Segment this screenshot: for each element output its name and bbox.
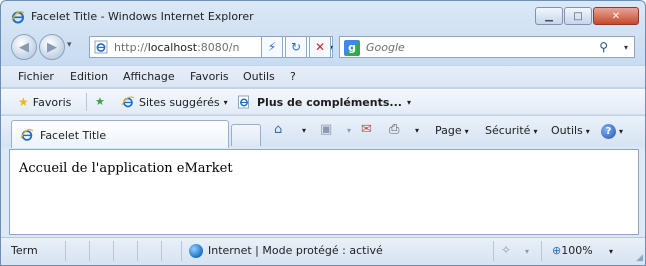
more-addons-label: Plus de compléments... [257,95,402,109]
tab-row: Facelet Title ⌂ ▾ ▣ ▾ ✉ ⎙ ▾ Page ▾ Sécuri… [1,115,645,148]
google-logo-icon: g [344,40,360,56]
recent-pages-dropdown-icon[interactable]: ▾ [67,40,72,50]
status-divider [181,241,182,261]
zoom-icon: ⊕ [552,244,562,257]
back-button[interactable]: ◀ [11,34,37,60]
chevron-down-icon: ▾ [406,97,411,107]
menu-item-edition[interactable]: Edition [70,70,108,83]
tab-label: Facelet Title [40,129,107,142]
home-icon[interactable]: ⌂ [274,122,282,137]
zoom-dropdown-icon[interactable]: ▾ [609,247,613,256]
page-ie-icon [94,40,108,54]
status-divider [113,241,114,261]
status-bar: Term Internet | Mode protégé : activé ✧ … [1,237,645,265]
mail-icon[interactable]: ✉ [361,122,372,137]
chevron-down-icon: ▾ [619,127,624,136]
ie-page-icon [238,95,249,109]
menu-item-fichier[interactable]: Fichier [18,70,54,83]
search-input[interactable]: Google [366,41,405,54]
favorites-button[interactable]: ★ Favoris [18,95,71,109]
title-bar[interactable]: Facelet Title - Windows Internet Explore… [1,1,645,31]
feeds-icon[interactable]: ▣ [320,122,332,137]
compatibility-view-button[interactable]: ⚡ [261,36,283,58]
help-menu-button[interactable]: ? ▾ [601,124,623,139]
browser-window: Facelet Title - Windows Internet Explore… [0,0,646,266]
separator [86,93,87,111]
favorites-bar: ★ Favoris ★ Sites suggérés ▾ Plus de com… [1,88,645,114]
address-scheme: http:// [114,41,148,54]
resize-grip-icon[interactable]: ◢ [636,253,643,263]
forward-button[interactable]: ▶ [39,34,65,60]
tab-facelet-title[interactable]: Facelet Title [11,120,229,148]
close-button[interactable]: ✕ [593,7,639,25]
tools-menu-label: Outils [551,124,583,137]
chevron-down-icon: ▾ [464,127,469,136]
ie-page-icon [121,96,135,108]
maximize-button[interactable]: □ [564,7,592,25]
status-divider [541,241,542,261]
chevron-down-icon: ▾ [585,127,590,136]
address-input[interactable]: http://localhost:8080/n [114,41,239,54]
new-tab-button[interactable] [231,124,261,146]
help-icon: ? [601,124,616,139]
star-icon: ★ [18,95,29,109]
status-divider [65,241,66,261]
chevron-down-icon[interactable]: ▾ [347,126,351,135]
ie-logo-icon [11,10,25,24]
security-menu-label: Sécurité [485,124,531,137]
favorites-label: Favoris [32,95,72,109]
menu-item-outils[interactable]: Outils [243,70,275,83]
tools-menu-button[interactable]: Outils ▾ [551,124,590,137]
status-divider [161,241,162,261]
address-host: localhost [147,41,198,54]
zoom-level-button[interactable]: ⊕100% [552,244,593,257]
suggested-sites-button[interactable]: Sites suggérés ▾ [121,95,228,109]
page-content: Accueil de l'application eMarket [9,149,639,235]
chevron-down-icon[interactable]: ▾ [415,126,419,135]
page-menu-button[interactable]: Page ▾ [435,124,469,137]
globe-icon [189,244,203,258]
minimize-button[interactable]: ▁ [535,7,563,25]
window-controls: ▁ □ ✕ [534,7,639,25]
page-heading-text: Accueil de l'application eMarket [19,161,233,176]
address-rest: :8080/n [197,41,240,54]
chevron-down-icon[interactable]: ▾ [525,247,529,256]
status-divider [493,241,494,261]
zoom-label: 100% [561,244,593,257]
window-title: Facelet Title - Windows Internet Explore… [31,10,254,23]
search-options-dropdown-icon[interactable]: ▾ [624,43,628,52]
suggested-sites-label: Sites suggérés [139,95,220,109]
menu-bar: Fichier Edition Affichage Favoris Outils… [1,65,645,87]
page-menu-label: Page [435,124,462,137]
status-divider [89,241,90,261]
menu-item-help[interactable]: ? [290,70,296,83]
navigation-bar: ◀ ▶ ▾ http://localhost:8080/n ▾ ⚡ ↻ ✕ g … [1,33,645,61]
status-divider [137,241,138,261]
security-status-icon[interactable]: ✧ [501,243,511,257]
menu-item-favoris[interactable]: Favoris [190,70,229,83]
refresh-button[interactable]: ↻ [285,36,307,58]
security-zone-text[interactable]: Internet | Mode protégé : activé [208,244,383,257]
search-box[interactable]: g Google ⚲ ▾ [339,36,635,58]
ie-page-icon [20,128,34,141]
security-menu-button[interactable]: Sécurité ▾ [485,124,537,137]
add-to-favorites-bar-icon[interactable]: ★ [95,95,105,108]
stop-button[interactable]: ✕ [309,36,331,58]
chevron-down-icon: ▾ [533,127,538,136]
print-icon[interactable]: ⎙ [389,122,399,137]
status-text: Term [11,244,38,257]
menu-item-affichage[interactable]: Affichage [123,70,175,83]
search-icon[interactable]: ⚲ [599,40,608,54]
chevron-down-icon[interactable]: ▾ [302,126,306,135]
more-addons-button[interactable]: Plus de compléments... ▾ [237,95,411,109]
chevron-down-icon: ▾ [223,97,228,107]
